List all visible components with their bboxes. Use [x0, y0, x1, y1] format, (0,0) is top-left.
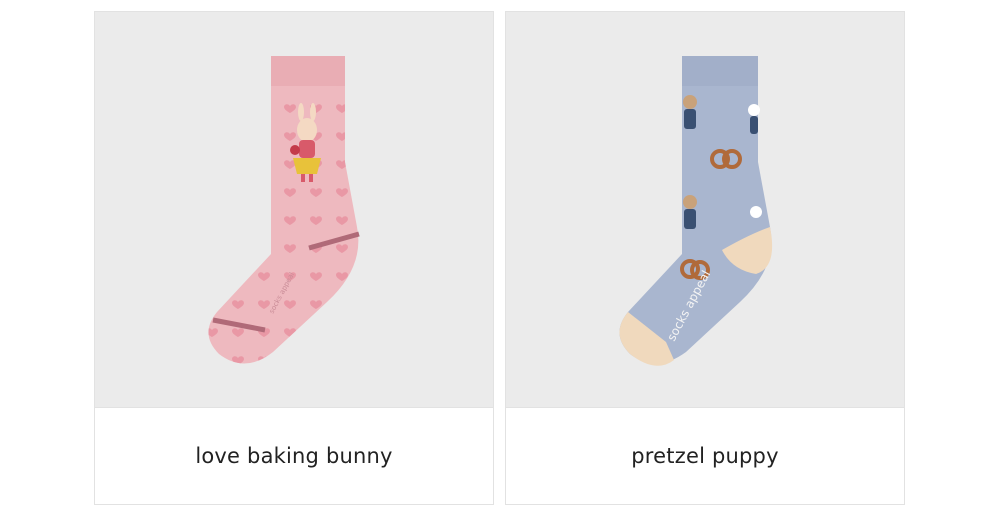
product-name[interactable]: love baking bunny [195, 444, 392, 468]
product-card[interactable]: socks appeal pretzel puppy [505, 11, 905, 505]
product-name[interactable]: pretzel puppy [631, 444, 778, 468]
product-grid: socks appeal love baking bunny socks app… [0, 0, 1000, 507]
sock-icon: socks appeal [208, 56, 360, 364]
product-image[interactable]: socks appeal [95, 12, 493, 407]
product-image[interactable]: socks appeal [506, 12, 904, 407]
sock-icon: socks appeal [619, 56, 773, 366]
product-caption: pretzel puppy [506, 407, 904, 504]
product-card[interactable]: socks appeal love baking bunny [94, 11, 494, 505]
product-caption: love baking bunny [95, 407, 493, 504]
